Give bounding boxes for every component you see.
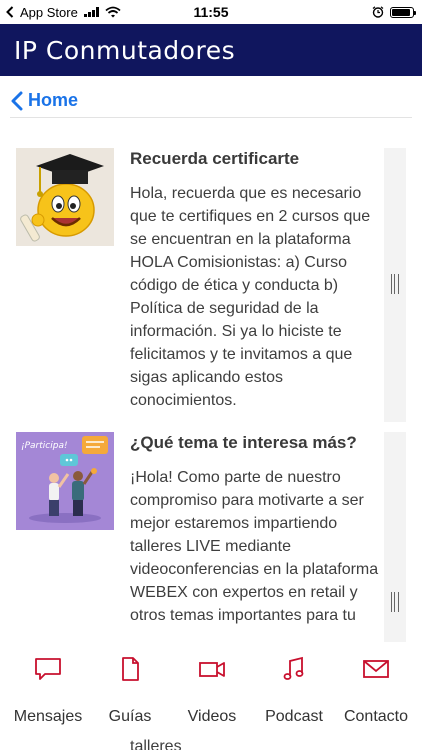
chevron-left-icon	[11, 91, 23, 110]
app-title: IP Conmutadores	[14, 35, 236, 65]
card-body: ¿Qué tema te interesa más? ¡Hola! Como p…	[130, 432, 380, 627]
tab-mensajes[interactable]: Mensajes	[6, 642, 90, 742]
back-label: Home	[28, 90, 79, 110]
app-screen: App Store 11:55 IP Conmutadores Home Rec…	[0, 0, 422, 750]
tab-guias[interactable]: Guías	[88, 642, 172, 742]
wifi-icon	[105, 6, 121, 18]
mail-icon	[363, 660, 389, 678]
document-icon	[122, 657, 139, 681]
message-card[interactable]: Recuerda certificarte Hola, recuerda que…	[16, 148, 406, 422]
status-right	[372, 6, 416, 18]
tab-contacto[interactable]: Contacto	[334, 642, 418, 742]
tab-label: Contacto	[343, 708, 409, 725]
bottom-tab-bar: Mensajes Guías Videos Podcast Contacto	[0, 642, 422, 750]
participa-image: ¡Participa!	[16, 432, 114, 530]
graduation-emoji-image	[16, 148, 114, 246]
home-back-link[interactable]: Home	[10, 90, 78, 111]
battery-fill	[392, 8, 410, 16]
tab-podcast[interactable]: Podcast	[252, 642, 336, 742]
peek-text: talleres	[130, 738, 182, 750]
status-left: App Store	[6, 5, 121, 20]
card-text: ¡Hola! Como parte de nuestro compromiso …	[130, 469, 379, 624]
app-header: IP Conmutadores	[0, 24, 422, 76]
nav-bar: Home	[10, 84, 412, 118]
back-to-app-icon[interactable]	[6, 6, 14, 18]
signal-icon	[83, 7, 99, 17]
tab-videos[interactable]: Videos	[170, 642, 254, 742]
message-card[interactable]: ¡Participa! ¿Qué tema te interesa más? ¡…	[16, 432, 406, 642]
card-title: ¿Qué tema te interesa más?	[130, 433, 357, 452]
alarm-icon	[372, 6, 384, 18]
chat-bubble-icon	[35, 658, 61, 680]
scroll-grip[interactable]	[391, 274, 399, 294]
card-scrollbar[interactable]	[384, 432, 406, 642]
video-camera-icon	[199, 662, 225, 677]
card-body: Recuerda certificarte Hola, recuerda que…	[130, 148, 380, 412]
participa-caption: ¡Participa!	[21, 441, 68, 451]
scroll-grip[interactable]	[391, 592, 399, 612]
card-scrollbar[interactable]	[384, 148, 406, 422]
status-carrier[interactable]: App Store	[20, 5, 78, 20]
music-note-icon	[283, 656, 304, 680]
status-bar: App Store 11:55	[0, 0, 422, 24]
card-text: Hola, recuerda que es necesario que te c…	[130, 185, 371, 409]
card-title: Recuerda certificarte	[130, 149, 300, 168]
battery-icon	[390, 6, 416, 18]
